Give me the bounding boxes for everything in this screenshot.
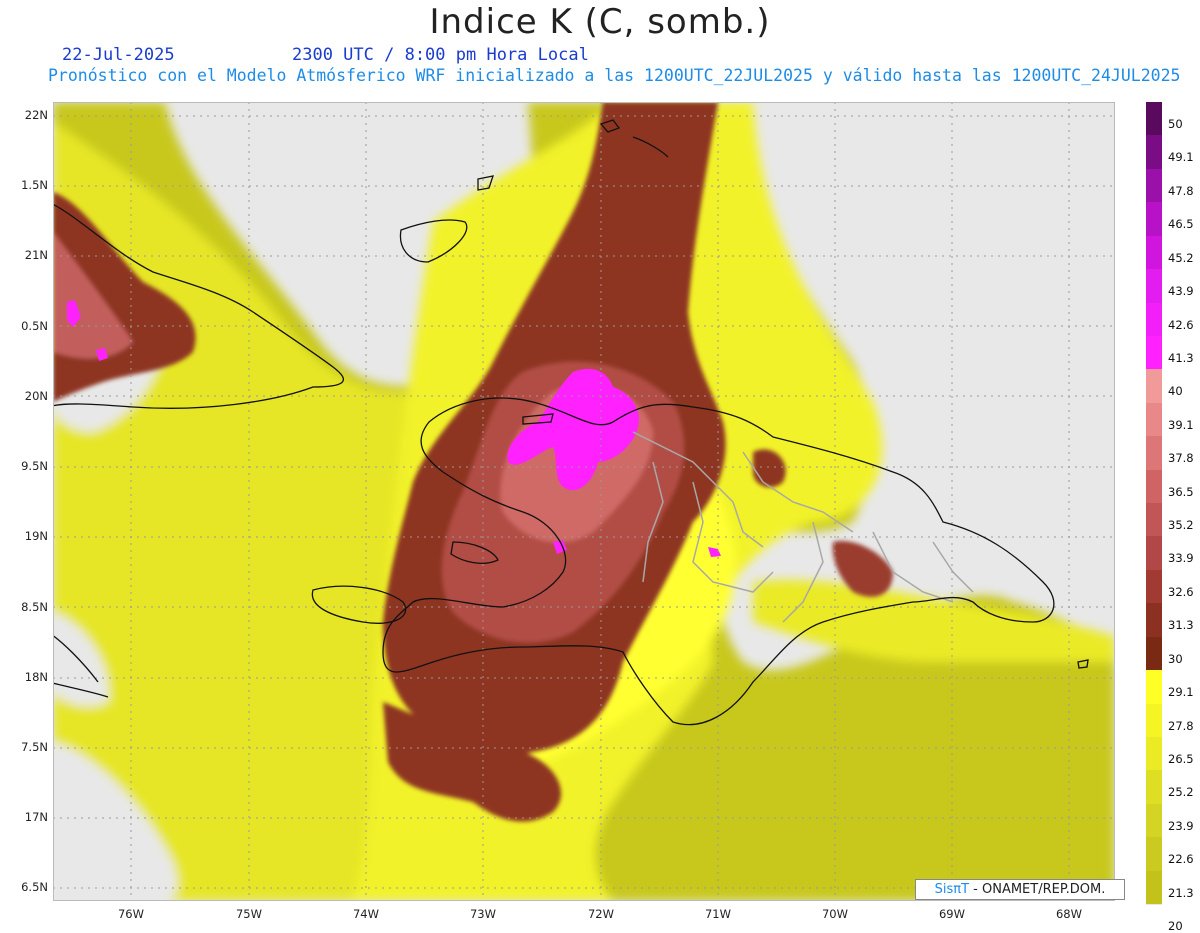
colorbar-label: 46.5	[1168, 217, 1194, 232]
lat-label: 9.5N	[21, 459, 48, 473]
colorbar-label: 20	[1168, 919, 1183, 933]
colorbar-label: 29.1	[1168, 685, 1194, 700]
colorbar-label: 30	[1168, 651, 1183, 666]
lat-label: 1.5N	[21, 178, 48, 192]
colorbar-segment	[1146, 168, 1162, 203]
colorbar-label: 27.8	[1168, 718, 1194, 733]
credit-box: SisπT - ONAMET/REP.DOM.	[915, 879, 1125, 900]
colorbar-segment	[1146, 102, 1162, 136]
colorbar-segment	[1146, 636, 1162, 671]
colorbar-segment	[1146, 536, 1162, 571]
sis-brand: SisπT	[934, 882, 970, 897]
lat-label: 21N	[24, 248, 48, 262]
colorbar-segment	[1146, 803, 1162, 838]
colorbar-label: 42.6	[1168, 317, 1194, 332]
colorbar-segment	[1146, 904, 1162, 905]
colorbar-label: 50	[1168, 117, 1183, 131]
lon-label: 71W	[704, 907, 731, 921]
colorbar-label: 39.1	[1168, 417, 1194, 432]
colorbar-segment	[1146, 269, 1162, 303]
lat-label: 7.5N	[21, 740, 48, 754]
colorbar-segment	[1146, 603, 1162, 638]
lon-label: 76W	[117, 907, 144, 921]
map-title: Indice K (C, somb.)	[429, 2, 771, 42]
forecast-date: 22-Jul-2025	[62, 45, 175, 65]
lat-label: 22N	[24, 108, 48, 122]
colorbar-label: 41.3	[1168, 350, 1194, 365]
colorbar-label: 32.6	[1168, 584, 1194, 599]
credit-text: - ONAMET/REP.DOM.	[969, 882, 1106, 897]
colorbar-segment	[1146, 302, 1162, 337]
lon-label: 70W	[821, 907, 848, 921]
lat-label: 0.5N	[21, 319, 48, 333]
lat-label: 18N	[24, 670, 48, 684]
lon-label: 69W	[938, 907, 965, 921]
lon-label: 72W	[587, 907, 614, 921]
model-subtitle: Pronóstico con el Modelo Atmósferico WRF…	[48, 66, 1181, 85]
colorbar-label: 37.8	[1168, 451, 1194, 466]
colorbar-label: 31.3	[1168, 618, 1194, 633]
colorbar-segment	[1146, 670, 1162, 704]
colorbar-label: 26.5	[1168, 751, 1194, 766]
forecast-time: 2300 UTC / 8:00 pm Hora Local	[292, 45, 589, 65]
colorbar-segment	[1146, 703, 1162, 738]
colorbar-segment	[1146, 436, 1162, 471]
colorbar-segment	[1146, 469, 1162, 504]
k-index-map	[53, 102, 1115, 901]
colorbar-segment	[1146, 135, 1162, 170]
colorbar-segment	[1146, 202, 1162, 237]
colorbar-label: 47.8	[1168, 183, 1194, 198]
colorbar-segment	[1146, 569, 1162, 604]
colorbar-segment	[1146, 335, 1162, 370]
lat-label: 8.5N	[21, 600, 48, 614]
colorbar-segment	[1146, 235, 1162, 270]
colorbar-label: 43.9	[1168, 284, 1194, 299]
lon-label: 68W	[1055, 907, 1082, 921]
lat-label: 20N	[24, 389, 48, 403]
lon-label: 75W	[235, 907, 262, 921]
colorbar-segment	[1146, 369, 1162, 404]
colorbar-segment	[1146, 503, 1162, 537]
colorbar-label: 49.1	[1168, 150, 1194, 165]
colorbar-segment	[1146, 870, 1162, 905]
colorbar-segment	[1146, 402, 1162, 437]
colorbar-label: 21.3	[1168, 885, 1194, 900]
colorbar-label: 23.9	[1168, 818, 1194, 833]
lat-label: 17N	[24, 810, 48, 824]
colorbar-segment	[1146, 837, 1162, 872]
colorbar-label: 45.2	[1168, 250, 1194, 265]
colorbar-label: 22.6	[1168, 852, 1194, 867]
colorbar-segment	[1146, 770, 1162, 805]
colorbar-label: 36.5	[1168, 484, 1194, 499]
colorbar-label: 40	[1168, 384, 1183, 399]
lat-label: 6.5N	[21, 880, 48, 894]
lon-label: 74W	[352, 907, 379, 921]
lat-label: 19N	[24, 529, 48, 543]
colorbar-segment	[1146, 736, 1162, 771]
colorbar-label: 35.2	[1168, 518, 1194, 532]
colorbar-label: 25.2	[1168, 785, 1194, 800]
colorbar-label: 33.9	[1168, 551, 1194, 566]
lon-label: 73W	[469, 907, 496, 921]
